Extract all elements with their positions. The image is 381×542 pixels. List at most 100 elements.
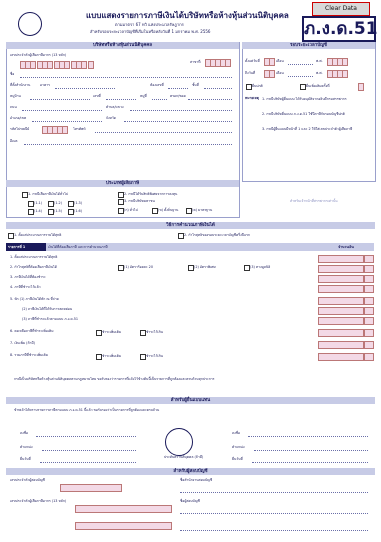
subdistrict-label: ตำบล/แขวง: [106, 105, 124, 109]
sub-1-3-label: (1.3): [74, 201, 83, 205]
item-row-amount[interactable]: [318, 307, 364, 315]
extra-filing-number-box[interactable]: [358, 83, 364, 91]
item-row-satang[interactable]: [364, 297, 374, 305]
taxid-digit-box[interactable]: [81, 61, 87, 69]
branch-box-5[interactable]: [225, 59, 231, 67]
note-1: 1. กรณีบริษัทผู้ยื่นแบบ ได้รับอนุมัติจาก…: [262, 97, 347, 101]
revenue-department-logo: [18, 12, 42, 36]
auditor-name-field[interactable]: [180, 508, 368, 514]
no-field[interactable]: [106, 94, 136, 100]
date-label-right: ยื่นวันที่: [232, 457, 243, 461]
item-row-amount[interactable]: [318, 353, 364, 361]
firm-field[interactable]: [180, 487, 368, 493]
end-month-label: เดือน: [276, 71, 284, 75]
type-1-label: 1. กรณีเสียภาษีเงินได้ทั่วไป: [28, 192, 68, 196]
item-row-amount[interactable]: [318, 285, 364, 293]
item-row-amount[interactable]: [318, 317, 364, 325]
auditor-extra-field[interactable]: [180, 525, 368, 531]
item-row-satang[interactable]: [364, 285, 374, 293]
auditor-id-boxes[interactable]: [60, 484, 122, 492]
item-row-satang[interactable]: [364, 341, 374, 349]
item-row-amount[interactable]: [318, 255, 364, 263]
account-period-heading: รอบระยะเวลาบัญชี: [242, 42, 375, 49]
floor-field[interactable]: [204, 83, 232, 89]
form-subtitle-2: สำหรับรอบระยะเวลาบัญชีที่เริ่มในหรือหลัง…: [90, 29, 211, 34]
province-field[interactable]: [124, 116, 232, 122]
email-label: อีเมล: [10, 139, 18, 143]
pay-extra-label: ชำระเพิ่มเติม: [102, 354, 122, 358]
opt-general-label: (ก) ทั่วไป: [124, 208, 138, 212]
village-field[interactable]: [30, 94, 90, 100]
item-row-label: (2) ภาษีเงินได้ที่ได้รับการลดหย่อน: [22, 307, 73, 311]
item-row-amount[interactable]: [318, 265, 364, 273]
building-field[interactable]: [55, 83, 115, 89]
type-2-label: 2. กรณีได้รับสิทธิพิเศษจากการลงทุน: [124, 192, 178, 196]
phone-field[interactable]: [95, 127, 232, 133]
declaration-text: กรณีเป็นบริษัทหรือห้างหุ้นส่วนนิติบุคคลต…: [14, 377, 215, 381]
soi-label: ตรอก/ซอย: [170, 94, 186, 98]
date-left[interactable]: [40, 457, 136, 463]
clear-data-button[interactable]: Clear Data: [312, 2, 370, 16]
postcode-digit-box[interactable]: [62, 126, 68, 134]
taxid-digit-box[interactable]: [47, 61, 53, 69]
tax-form-page: Clear Data แบบแสดงรายการภาษีเงินได้บริษั…: [0, 0, 381, 542]
name-field[interactable]: [20, 72, 232, 78]
item-row-satang[interactable]: [364, 265, 374, 273]
item-row-satang[interactable]: [364, 307, 374, 315]
signature-right[interactable]: [248, 431, 368, 437]
room-field[interactable]: [168, 83, 188, 89]
item-row-satang[interactable]: [364, 329, 374, 337]
overpaid-label: ชำระไว้เกิน: [146, 330, 163, 334]
road-field[interactable]: [22, 105, 102, 111]
road-label: ถนน: [10, 105, 17, 109]
end-day-box-2[interactable]: [269, 70, 275, 78]
sign-label-left: ลงชื่อ: [20, 431, 29, 435]
district-field[interactable]: [32, 116, 102, 122]
taxid-digit-box[interactable]: [88, 61, 94, 69]
start-day-box-2[interactable]: [269, 58, 275, 66]
auditor-taxid-boxes[interactable]: [75, 505, 172, 513]
note-2: 2. กรณีบริษัทยื่นแบบ ภ.ง.ด.51 ใช้ปีภาษีก…: [262, 112, 345, 116]
pay-extra-label: ชำระเพิ่มเติม: [102, 330, 122, 334]
taxid-digit-box[interactable]: [64, 61, 70, 69]
item-row-amount[interactable]: [318, 329, 364, 337]
item-row-label: 1. ตั้งแต่ประมาณการรายได้สุทธิ: [10, 255, 58, 259]
moo-field[interactable]: [152, 94, 167, 100]
form-code: ภ.ง.ด.51: [302, 16, 378, 42]
start-month-field[interactable]: [288, 59, 313, 65]
item-row-amount[interactable]: [318, 275, 364, 283]
name-label: ชื่อ: [10, 72, 15, 76]
subdistrict-field[interactable]: [130, 105, 232, 111]
type-3-label: 3. กรณีบริษัทมหาชน: [124, 199, 155, 203]
item-row-satang[interactable]: [364, 275, 374, 283]
form-subtitle-1: ตามมาตรา 67 ทวิ แห่งประมวลรัษฎากร: [115, 22, 184, 27]
firm-label: ชื่อสำนักงานสอบบัญชี: [180, 478, 213, 482]
item-row-satang[interactable]: [364, 353, 374, 361]
item-row-amount[interactable]: [318, 297, 364, 305]
extra-filing-label: ยื่นเพิ่มเติมครั้งที่: [306, 84, 330, 88]
soi-field[interactable]: [188, 94, 232, 100]
auditor-id-label: เลขประจำตัวผู้สอบบัญชี: [10, 478, 45, 482]
item-row-amount[interactable]: [318, 341, 364, 349]
address-label: ที่ตั้งสำนักงาน: [10, 83, 31, 87]
end-month-field[interactable]: [288, 71, 313, 77]
email-field[interactable]: [24, 139, 232, 145]
end-year-box-4[interactable]: [342, 70, 348, 78]
moo-label: หมู่ที่: [140, 94, 147, 98]
taxid-digit-box[interactable]: [30, 61, 36, 69]
start-year-box-4[interactable]: [342, 58, 348, 66]
normal-filing-label: ยื่นปกติ: [252, 84, 263, 88]
note-3: 3. กรณีผู้ยื่นแบบมีหน้าที่ 1 และ 2 ให้ใส…: [262, 127, 353, 131]
item-row-label: 5. หัก (1) ภาษีเงินได้หัก ณ ที่จ่าย: [10, 297, 59, 301]
item-row-satang[interactable]: [364, 317, 374, 325]
sub-1-4-label: (1.4): [34, 209, 43, 213]
postcode-label: รหัสไปรษณีย์: [10, 127, 30, 131]
date-right[interactable]: [252, 457, 368, 463]
signature-left[interactable]: [36, 431, 136, 437]
position-right[interactable]: [254, 445, 368, 451]
position-left[interactable]: [42, 445, 136, 451]
auditor-extra-boxes[interactable]: [75, 522, 172, 530]
sub-1-5-label: (1.5): [54, 209, 63, 213]
auditor-name-label: ชื่อผู้สอบบัญชี: [180, 499, 200, 503]
item-row-satang[interactable]: [364, 255, 374, 263]
